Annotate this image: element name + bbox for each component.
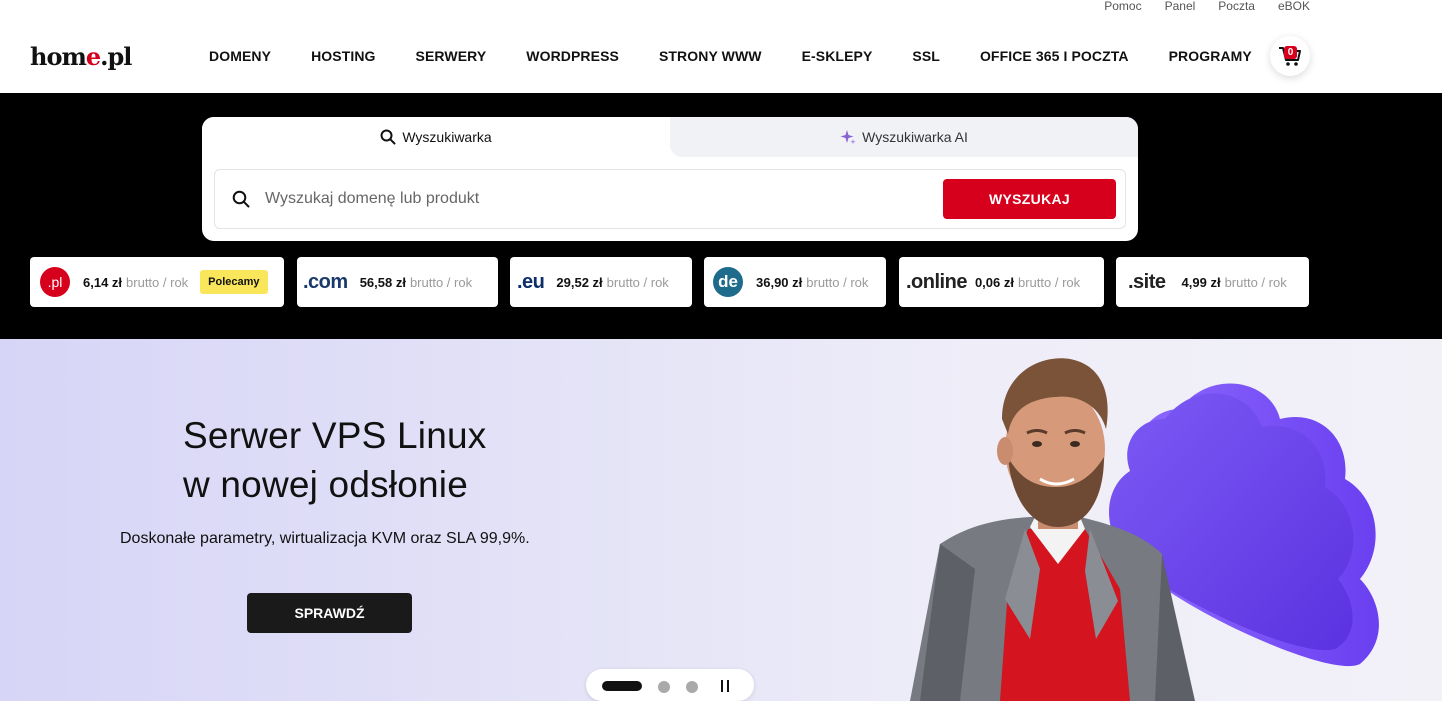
tld-unit: brutto / rok (1017, 274, 1081, 290)
tab-search[interactable]: Wyszukiwarka (202, 117, 670, 157)
tld-logo-eu: .eu (517, 270, 545, 293)
tld-price: 0,06 zł (974, 274, 1014, 290)
tab-ai-search[interactable]: Wyszukiwarka AI (670, 117, 1138, 157)
tld-card-com[interactable]: .com 56,58 zł brutto / rok (297, 257, 498, 307)
hero-title-line1: Serwer VPS Linux (183, 415, 487, 456)
tld-logo-online: .online (906, 270, 967, 293)
tld-price: 4,99 zł (1181, 274, 1221, 290)
tld-price: 6,14 zł (83, 274, 123, 290)
logo-text: hom (30, 42, 87, 71)
tab-search-label: Wyszukiwarka (402, 129, 492, 145)
hero-subtitle: Doskonałe parametry, wirtualizacja KVM o… (120, 530, 530, 547)
search-band: Wyszukiwarka Wyszukiwarka AI WYSZUKAJ .p… (0, 93, 1442, 339)
cart-count-badge: 0 (1284, 46, 1297, 59)
hero-banner: Serwer VPS Linux w nowej odsłonie Doskon… (0, 339, 1442, 701)
search-card: Wyszukiwarka Wyszukiwarka AI WYSZUKAJ (202, 117, 1138, 241)
pause-icon[interactable] (718, 679, 732, 693)
tab-ai-label: Wyszukiwarka AI (862, 129, 968, 145)
hero-title: Serwer VPS Linux w nowej odsłonie (183, 411, 486, 509)
tld-price: 36,90 zł (756, 274, 803, 290)
nav-programy[interactable]: PROGRAMY (1169, 48, 1252, 64)
nav-strony-www[interactable]: STRONY WWW (659, 48, 762, 64)
tld-card-site[interactable]: .site 4,99 zł brutto / rok (1116, 257, 1309, 307)
utility-link-panel[interactable]: Panel (1165, 0, 1196, 14)
tld-unit: brutto / rok (409, 274, 473, 290)
tld-card-eu[interactable]: .eu 29,52 zł brutto / rok (510, 257, 692, 307)
tld-unit: brutto / rok (126, 274, 189, 290)
search-input[interactable] (265, 190, 925, 208)
utility-link-ebok[interactable]: eBOK (1278, 0, 1310, 14)
logo-accent: e (85, 42, 101, 71)
carousel-pager (586, 669, 754, 701)
search-button[interactable]: WYSZUKAJ (943, 179, 1116, 219)
tld-logo-pl: .pl (40, 267, 70, 297)
carousel-dot-3[interactable] (686, 681, 698, 693)
tld-logo-com: .com (303, 270, 348, 293)
nav-ssl[interactable]: SSL (912, 48, 940, 64)
tld-logo-site: .site (1128, 270, 1166, 293)
nav-wordpress[interactable]: WORDPRESS (526, 48, 619, 64)
tld-logo-de: de (713, 267, 743, 297)
tld-card-online[interactable]: .online 0,06 zł brutto / rok (899, 257, 1104, 307)
tld-unit: brutto / rok (606, 274, 669, 290)
logo[interactable]: home.pl (30, 42, 132, 71)
search-icon (231, 189, 251, 209)
nav-e-sklepy[interactable]: E-SKLEPY (802, 48, 873, 64)
utility-nav: Pomoc Panel Poczta eBOK (1104, 0, 1310, 14)
tld-card-pl[interactable]: .pl 6,14 zł brutto / rok Polecamy (30, 257, 284, 307)
tld-unit: brutto / rok (806, 274, 869, 290)
main-nav: DOMENY HOSTING SERWERY WORDPRESS STRONY … (209, 48, 1292, 64)
tld-list: .pl 6,14 zł brutto / rok Polecamy .com 5… (30, 257, 1310, 307)
header: home.pl DOMENY HOSTING SERWERY WORDPRESS… (0, 14, 1442, 93)
cart-button[interactable]: 0 (1270, 36, 1310, 76)
search-box: WYSZUKAJ (214, 169, 1126, 229)
nav-domeny[interactable]: DOMENY (209, 48, 271, 64)
tld-price: 56,58 zł (359, 274, 406, 290)
search-icon (380, 129, 396, 145)
carousel-dot-2[interactable] (658, 681, 670, 693)
tld-unit: brutto / rok (1224, 274, 1287, 290)
nav-serwery[interactable]: SERWERY (416, 48, 487, 64)
recommended-badge: Polecamy (200, 270, 268, 294)
hero-cta-button[interactable]: SPRAWDŹ (247, 593, 412, 633)
tld-price: 29,52 zł (556, 274, 603, 290)
search-tabs: Wyszukiwarka Wyszukiwarka AI (202, 117, 1138, 157)
utility-link-poczta[interactable]: Poczta (1218, 0, 1255, 14)
tld-card-de[interactable]: de 36,90 zł brutto / rok (704, 257, 886, 307)
nav-office-365[interactable]: OFFICE 365 I POCZTA (980, 48, 1129, 64)
nav-hosting[interactable]: HOSTING (311, 48, 375, 64)
carousel-dot-1[interactable] (602, 681, 642, 691)
utility-link-pomoc[interactable]: Pomoc (1104, 0, 1141, 14)
sparkle-icon (840, 130, 856, 145)
logo-tld: .pl (100, 42, 132, 71)
hero-illustration (910, 358, 1379, 701)
hero-title-line2: w nowej odsłonie (183, 464, 468, 505)
